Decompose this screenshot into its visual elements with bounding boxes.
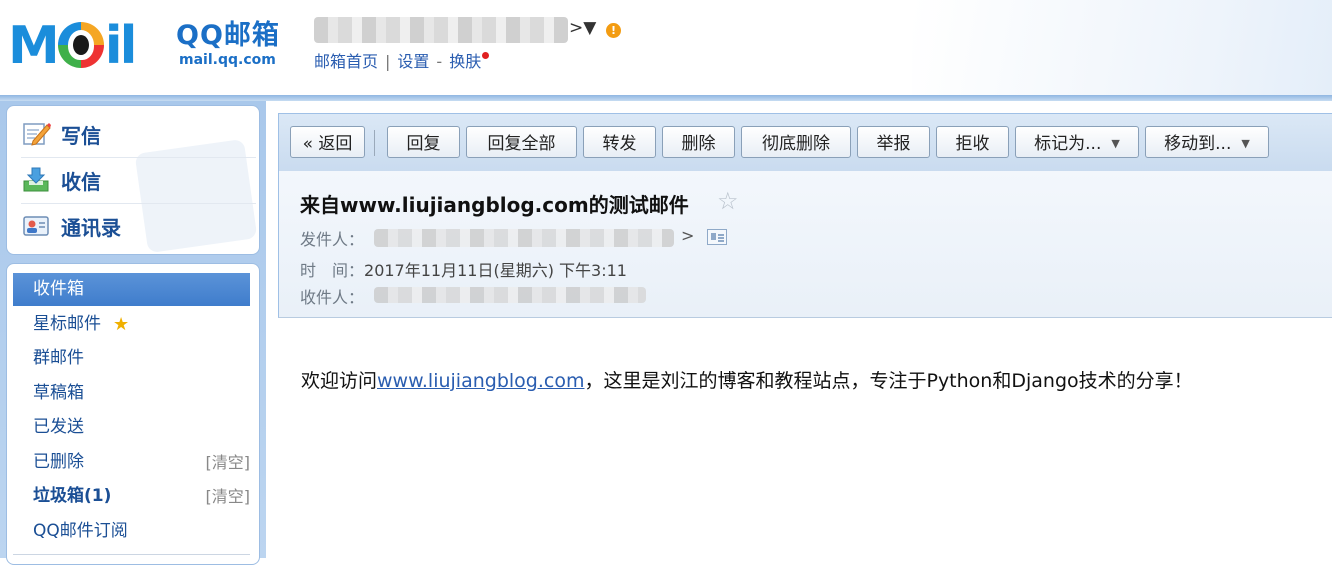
top-links: 邮箱首页 | 设置 - 换肤: [314, 48, 490, 72]
mark-as-label: 标记为...: [1034, 134, 1102, 154]
to-label: 收件人：: [300, 288, 365, 307]
logo-url-text: mail.qq.com: [179, 52, 276, 68]
toolbar-separator: [374, 130, 375, 156]
inbox-download-icon: [21, 165, 51, 195]
contacts-button[interactable]: 通讯录: [21, 206, 251, 246]
penguin-logo-icon: [57, 22, 104, 68]
header: Mil QQ邮箱 mail.qq.com >▼ ! 邮箱首页 | 设置 - 换肤: [0, 0, 1332, 97]
quick-actions-panel: 写信 收信 通讯录: [6, 105, 260, 255]
folder-group-mail[interactable]: 群邮件: [13, 342, 250, 375]
report-button[interactable]: 举报: [857, 126, 930, 158]
move-to-label: 移动到...: [1164, 134, 1232, 154]
time-label: 时 间：: [300, 261, 365, 280]
receive-mail-button[interactable]: 收信: [21, 160, 251, 200]
star-toggle-icon[interactable]: ☆: [717, 187, 739, 215]
folder-starred[interactable]: 星标邮件 ★: [13, 308, 250, 341]
mail-body: 欢迎访问www.liujiangblog.com，这里是刘江的博客和教程站点，专…: [301, 366, 1193, 393]
folder-label: 已删除: [33, 452, 84, 472]
logo-qq-text: QQ邮箱: [176, 20, 280, 51]
from-row: 发件人：: [300, 226, 364, 250]
time-value: 2017年11月11日(星期六) 下午3:11: [364, 261, 627, 280]
body-prefix: 欢迎访问: [301, 370, 378, 392]
account-dropdown-arrow[interactable]: >▼: [569, 18, 596, 38]
write-mail-label: 写信: [61, 123, 101, 148]
contacts-card-icon: [21, 211, 51, 241]
folder-label: 已发送: [33, 417, 84, 437]
to-row: 收件人：: [300, 284, 364, 308]
warning-icon[interactable]: !: [606, 23, 621, 38]
settings-link[interactable]: 设置: [397, 52, 429, 71]
folder-drafts[interactable]: 草稿箱: [13, 377, 250, 410]
clear-spam-link[interactable]: [清空]: [206, 480, 251, 513]
folder-label: 收件箱: [33, 279, 84, 299]
notification-dot-icon: [482, 52, 490, 59]
link-separator: -: [436, 52, 443, 71]
quick-divider: [21, 203, 256, 204]
mail-subject: 来自www.liujiangblog.com的测试邮件: [300, 193, 689, 217]
qq-mail-logo[interactable]: Mil QQ邮箱 mail.qq.com: [8, 16, 288, 76]
folder-subscriptions[interactable]: QQ邮件订阅: [13, 515, 250, 548]
account-menu[interactable]: >▼ !: [314, 14, 621, 48]
folder-label: 垃圾箱(1): [33, 486, 112, 506]
sidebar: 写信 收信 通讯录 收件箱 星标邮件 ★ 群邮件 草稿箱 已发送 已删除 [清空…: [0, 101, 266, 565]
back-button[interactable]: « 返回: [290, 126, 365, 158]
move-to-dropdown[interactable]: 移动到... ▼: [1145, 126, 1269, 158]
mail-header: 来自www.liujiangblog.com的测试邮件 ☆ 发件人： > 时 间…: [278, 171, 1332, 318]
chevron-down-icon: ▼: [1111, 137, 1120, 150]
clear-deleted-link[interactable]: [清空]: [206, 446, 251, 479]
folder-label: QQ邮件订阅: [33, 521, 128, 541]
reply-all-button[interactable]: 回复全部: [466, 126, 577, 158]
delete-button[interactable]: 删除: [662, 126, 735, 158]
receive-mail-label: 收信: [61, 169, 101, 194]
folder-deleted[interactable]: 已删除 [清空]: [13, 446, 250, 479]
mailbox-home-link[interactable]: 邮箱首页: [314, 52, 378, 71]
sender-arrow: >: [681, 226, 695, 245]
link-separator: |: [385, 52, 391, 71]
mark-as-dropdown[interactable]: 标记为... ▼: [1015, 126, 1139, 158]
sender-address-blurred[interactable]: [374, 229, 674, 247]
folder-spam[interactable]: 垃圾箱(1) [清空]: [13, 480, 250, 513]
header-gradient: [912, 0, 1332, 97]
folder-list: 收件箱 星标邮件 ★ 群邮件 草稿箱 已发送 已删除 [清空] 垃圾箱(1) […: [6, 263, 260, 565]
reply-button[interactable]: 回复: [387, 126, 460, 158]
account-name-blurred: [314, 17, 568, 43]
logo-mail-wordmark: Mil: [8, 16, 137, 76]
change-skin-link[interactable]: 换肤: [449, 52, 481, 71]
mail-reader: « 返回 回复 回复全部 转发 删除 彻底删除 举报 拒收 标记为... ▼ 移动…: [278, 101, 1332, 558]
write-mail-button[interactable]: 写信: [21, 114, 251, 154]
forward-button[interactable]: 转发: [583, 126, 656, 158]
folder-label: 星标邮件: [33, 314, 101, 334]
contact-card-icon[interactable]: [707, 229, 727, 245]
contacts-label: 通讯录: [61, 215, 121, 240]
blog-link[interactable]: www.liujiangblog.com: [377, 370, 584, 392]
mail-toolbar: « 返回 回复 回复全部 转发 删除 彻底删除 举报 拒收 标记为... ▼ 移动…: [278, 113, 1332, 172]
folder-inbox[interactable]: 收件箱: [13, 273, 250, 306]
logo-text: QQ邮箱 mail.qq.com: [176, 20, 280, 68]
folder-label: 草稿箱: [33, 383, 84, 403]
reject-button[interactable]: 拒收: [936, 126, 1009, 158]
folder-label: 群邮件: [33, 348, 84, 368]
from-label: 发件人：: [300, 230, 365, 249]
recipient-address-blurred: [374, 287, 646, 303]
write-icon: [21, 119, 51, 149]
chevron-down-icon: ▼: [1241, 137, 1250, 150]
delete-forever-button[interactable]: 彻底删除: [741, 126, 851, 158]
folder-sent[interactable]: 已发送: [13, 411, 250, 444]
folder-divider: [13, 554, 250, 555]
star-icon: ★: [113, 314, 130, 335]
body-suffix: ，这里是刘江的博客和教程站点，专注于Python和Django技术的分享！: [584, 370, 1193, 392]
quick-divider: [21, 157, 256, 158]
time-row: 时 间：2017年11月11日(星期六) 下午3:11: [300, 257, 627, 281]
